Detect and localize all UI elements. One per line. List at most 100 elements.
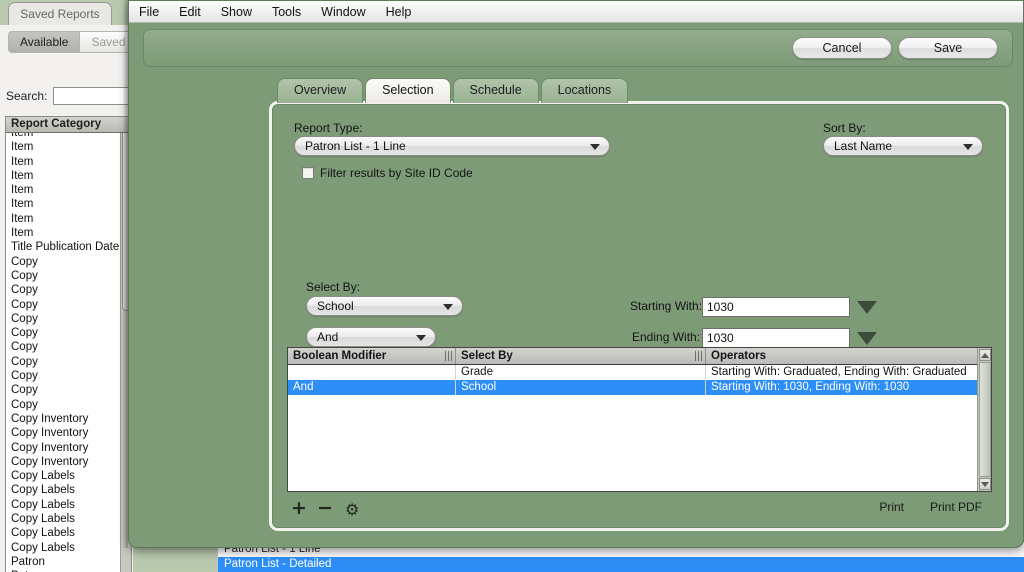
starting-with-label: Starting With: <box>630 299 703 313</box>
list-item[interactable]: Copy <box>6 255 131 269</box>
list-item[interactable]: Item <box>6 169 131 183</box>
ending-with-field[interactable]: 1030 <box>702 328 850 348</box>
select-by-dropdown[interactable]: School <box>306 296 463 316</box>
criteria-table: Boolean Modifier Select By Operators Grade… <box>287 347 992 492</box>
list-item[interactable]: Item <box>6 226 131 240</box>
list-item[interactable]: Copy Labels <box>6 526 131 540</box>
list-item[interactable]: Title Publication Date <box>6 240 131 254</box>
remove-criterion-icon[interactable]: − <box>317 498 333 518</box>
report-type-value: Patron List - 1 Line <box>305 139 406 153</box>
boolean-modifier-dropdown[interactable]: And <box>306 327 436 347</box>
cell-operators: Starting With: Graduated, Ending With: G… <box>711 366 967 378</box>
list-item[interactable]: Copy Labels <box>6 483 131 497</box>
availability-segmented-control: Available Saved <box>8 31 138 53</box>
table-row[interactable]: Grade Starting With: Graduated, Ending Wi… <box>288 365 977 380</box>
criteria-table-body[interactable]: Grade Starting With: Graduated, Ending Wi… <box>288 365 977 491</box>
report-type-dropdown[interactable]: Patron List - 1 Line <box>294 136 610 156</box>
cell-select-by: Grade <box>456 365 706 380</box>
list-item[interactable]: Copy <box>6 326 131 340</box>
list-item[interactable]: Item <box>6 183 131 197</box>
table-row[interactable]: And School Starting With: 1030, Ending Wit… <box>288 380 977 395</box>
chevron-down-icon <box>443 304 453 310</box>
menu-show[interactable]: Show <box>221 5 252 19</box>
column-header-label: Select By <box>461 350 513 362</box>
triangle-up-glyph <box>981 352 989 358</box>
criteria-table-scrollbar[interactable] <box>977 348 991 491</box>
starting-with-value: 1030 <box>707 300 734 314</box>
list-item[interactable]: Copy Inventory <box>6 455 131 469</box>
list-item[interactable]: Item <box>6 212 131 226</box>
list-item[interactable]: Copy <box>6 283 131 297</box>
tab-selection[interactable]: Selection <box>365 78 451 103</box>
save-button[interactable]: Save <box>898 37 998 59</box>
filter-site-id-checkbox-row[interactable]: Filter results by Site ID Code <box>302 166 473 180</box>
list-item[interactable]: Copy <box>6 298 131 312</box>
add-criterion-icon[interactable]: + <box>291 498 307 518</box>
chevron-down-icon <box>590 144 600 150</box>
sort-by-value: Last Name <box>834 139 893 153</box>
menu-edit[interactable]: Edit <box>179 5 201 19</box>
criteria-toolbar: + − ⚙ Print Print PDF <box>287 496 992 522</box>
list-item[interactable]: Copy Labels <box>6 469 131 483</box>
scroll-down-icon[interactable] <box>979 478 991 490</box>
ending-with-label: Ending With: <box>632 330 701 344</box>
starting-with-field[interactable]: 1030 <box>702 297 850 317</box>
menu-file[interactable]: File <box>139 5 159 19</box>
menu-bar: File Edit Show Tools Window Help <box>129 1 1023 23</box>
list-item[interactable]: Copy <box>6 383 131 397</box>
sort-by-dropdown[interactable]: Last Name <box>823 136 983 156</box>
scroll-up-icon[interactable] <box>979 349 991 361</box>
ending-with-picker-icon[interactable] <box>857 332 877 345</box>
column-header-select-by[interactable]: Select By <box>456 348 706 364</box>
list-item[interactable]: Copy <box>6 340 131 354</box>
list-item[interactable]: Item <box>6 155 131 169</box>
criteria-table-header: Boolean Modifier Select By Operators <box>288 348 991 365</box>
report-category-list[interactable]: Item Item Item Item Item Item Item Item Title Pu… <box>5 133 132 572</box>
window-tab-saved-reports[interactable]: Saved Reports <box>8 2 112 26</box>
starting-with-picker-icon[interactable] <box>857 301 877 314</box>
filter-site-id-label: Filter results by Site ID Code <box>320 166 473 180</box>
list-item[interactable]: Copy Labels <box>6 512 131 526</box>
column-resize-grip-icon[interactable] <box>445 351 452 361</box>
cancel-button[interactable]: Cancel <box>792 37 892 59</box>
list-item[interactable]: Item <box>6 133 131 140</box>
list-item[interactable]: Item <box>6 140 131 154</box>
segment-available[interactable]: Available <box>8 31 81 53</box>
menu-help[interactable]: Help <box>386 5 412 19</box>
list-item[interactable]: Copy <box>6 269 131 283</box>
search-input[interactable] <box>53 87 132 105</box>
list-item[interactable]: Copy <box>6 355 131 369</box>
print-pdf-button[interactable]: Print PDF <box>930 500 982 514</box>
tab-locations[interactable]: Locations <box>540 78 629 103</box>
search-row: Search: <box>6 87 132 105</box>
list-item[interactable]: Patron <box>6 555 131 569</box>
filter-site-id-checkbox[interactable] <box>302 167 314 179</box>
chevron-down-icon <box>963 144 973 150</box>
list-item[interactable]: Copy Labels <box>6 541 131 555</box>
column-resize-grip-icon[interactable] <box>695 351 702 361</box>
column-header-boolean-modifier[interactable]: Boolean Modifier <box>288 348 456 364</box>
search-label: Search: <box>6 89 48 103</box>
list-item[interactable]: Copy Inventory <box>6 441 131 455</box>
column-header-operators[interactable]: Operators <box>706 348 991 364</box>
list-item[interactable]: Copy Inventory <box>6 412 131 426</box>
menu-window[interactable]: Window <box>321 5 365 19</box>
menu-tools[interactable]: Tools <box>272 5 301 19</box>
list-item[interactable]: Patron List - Detailed <box>217 557 1024 572</box>
cell-boolean-modifier: And <box>288 380 456 395</box>
list-item[interactable]: Item <box>6 197 131 211</box>
list-item[interactable]: Copy <box>6 369 131 383</box>
print-button[interactable]: Print <box>879 500 904 514</box>
report-type-label: Report Type: <box>294 121 363 135</box>
tab-schedule[interactable]: Schedule <box>452 78 539 103</box>
report-editor-dialog: File Edit Show Tools Window Help Cancel Save … <box>128 0 1024 548</box>
scrollbar-track[interactable] <box>979 362 991 477</box>
list-item[interactable]: Copy Inventory <box>6 426 131 440</box>
sort-by-label: Sort By: <box>823 121 866 135</box>
list-item[interactable]: Copy Labels <box>6 498 131 512</box>
boolean-modifier-value: And <box>317 330 339 344</box>
list-item[interactable]: Copy <box>6 398 131 412</box>
gear-icon[interactable]: ⚙ <box>345 500 359 520</box>
list-item[interactable]: Copy <box>6 312 131 326</box>
tab-overview[interactable]: Overview <box>277 78 364 103</box>
